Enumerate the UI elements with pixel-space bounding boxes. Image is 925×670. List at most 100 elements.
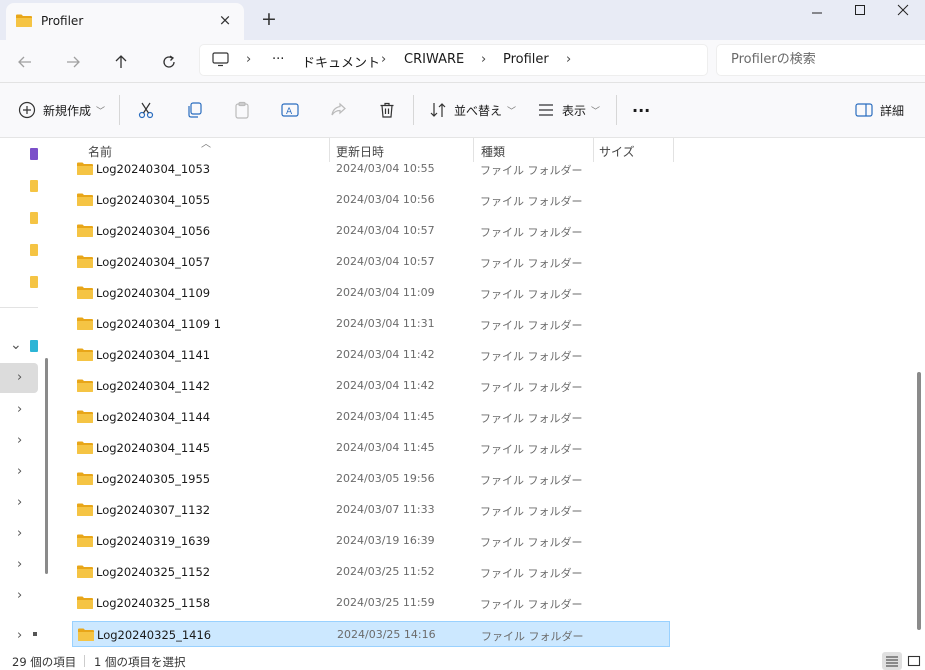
chevron-down-icon: ﹀ — [591, 106, 601, 117]
folder-icon — [76, 595, 94, 613]
file-date: 2024/03/19 16:39 — [336, 534, 435, 547]
details-view-button[interactable] — [882, 652, 902, 670]
chevron-right-icon[interactable]: › — [17, 402, 22, 417]
table-row[interactable]: Log20240325_1152 2024/03/25 11:52 ファイル フォル… — [72, 559, 670, 585]
minimize-button[interactable] — [794, 0, 840, 28]
breadcrumb-more[interactable]: ··· — [272, 52, 284, 67]
file-date: 2024/03/25 11:52 — [336, 565, 435, 578]
divider — [119, 95, 120, 125]
chevron-right-icon[interactable]: › — [17, 588, 22, 603]
status-bar: 29 個の項目 1 個の項目を選択 — [0, 650, 925, 670]
table-row[interactable]: Log20240325_1158 2024/03/25 11:59 ファイル フォル… — [72, 590, 670, 616]
table-row[interactable]: Log20240307_1132 2024/03/07 11:33 ファイル フォル… — [72, 497, 670, 523]
details-label: 詳細 — [880, 103, 905, 118]
svg-text:A: A — [286, 107, 293, 117]
rename-button[interactable]: A — [281, 96, 300, 124]
search-box[interactable] — [716, 44, 925, 76]
column-divider[interactable] — [673, 138, 674, 162]
chevron-right-icon[interactable]: › — [17, 464, 22, 479]
table-row[interactable]: Log20240304_1144 2024/03/04 11:45 ファイル フォル… — [72, 404, 670, 430]
chevron-right-icon[interactable]: › — [17, 628, 22, 643]
forward-button[interactable] — [59, 48, 87, 76]
refresh-button[interactable] — [155, 48, 183, 76]
file-type: ファイル フォルダー — [480, 412, 583, 425]
breadcrumb-profiler[interactable]: Profiler — [503, 52, 549, 67]
table-row[interactable]: Log20240304_1142 2024/03/04 11:42 ファイル フォル… — [72, 373, 670, 399]
share-button[interactable] — [329, 96, 347, 124]
file-date: 2024/03/05 19:56 — [336, 472, 435, 485]
folder-icon — [76, 285, 94, 303]
chevron-down-icon[interactable]: ⌄ — [10, 337, 22, 353]
more-options-button[interactable]: ··· — [632, 96, 650, 124]
nav-drive-icon[interactable] — [30, 340, 38, 352]
file-type: ファイル フォルダー — [480, 443, 583, 456]
table-row[interactable]: Log20240304_1053 2024/03/04 10:55 ファイル フォル… — [72, 156, 670, 182]
nav-folder-icon[interactable] — [30, 244, 38, 256]
table-row[interactable]: Log20240304_1141 2024/03/04 11:42 ファイル フォル… — [72, 342, 670, 368]
breadcrumb[interactable]: › ··· ドキュメント › CRIWARE › Profiler › — [199, 44, 708, 76]
tab-profiler[interactable]: Profiler × — [6, 3, 244, 40]
arrow-right-icon — [67, 56, 80, 68]
chevron-right-icon[interactable]: › — [17, 526, 22, 541]
file-date: 2024/03/25 14:16 — [337, 628, 436, 641]
file-date: 2024/03/04 11:42 — [336, 379, 435, 392]
chevron-right-icon[interactable]: › — [17, 370, 22, 385]
table-row[interactable]: Log20240304_1145 2024/03/04 11:45 ファイル フォル… — [72, 435, 670, 461]
breadcrumb-documents[interactable]: ドキュメント — [302, 52, 380, 71]
nav-folder-icon[interactable] — [30, 212, 38, 224]
sort-ascending-icon: ︿ — [201, 139, 211, 150]
tab-title: Profiler — [41, 14, 84, 28]
table-row[interactable]: Log20240325_1416 2024/03/25 14:16 ファイル フォル… — [72, 621, 670, 647]
view-button[interactable]: 表示 ﹀ — [537, 96, 600, 124]
file-type: ファイル フォルダー — [480, 257, 583, 270]
new-tab-button[interactable]: + — [258, 8, 280, 30]
table-row[interactable]: Log20240304_1055 2024/03/04 10:56 ファイル フォル… — [72, 187, 670, 213]
chevron-right-icon[interactable]: › — [17, 557, 22, 572]
file-date: 2024/03/04 11:31 — [336, 317, 435, 330]
nav-folder-icon[interactable] — [30, 180, 38, 192]
close-button[interactable] — [880, 0, 925, 28]
scissors-icon — [138, 102, 154, 119]
file-name: Log20240304_1145 — [96, 441, 211, 455]
file-type: ファイル フォルダー — [480, 505, 583, 518]
file-list-scrollbar[interactable] — [917, 372, 921, 630]
table-row[interactable]: Log20240304_1109 1 2024/03/04 11:31 ファイル フ… — [72, 311, 670, 337]
table-row[interactable]: Log20240305_1955 2024/03/05 19:56 ファイル フォル… — [72, 466, 670, 492]
file-name: Log20240305_1955 — [96, 472, 211, 486]
cut-button[interactable] — [137, 96, 155, 124]
breadcrumb-criware[interactable]: CRIWARE — [404, 52, 464, 67]
file-name: Log20240304_1057 — [96, 255, 211, 269]
chevron-right-icon[interactable]: › — [17, 495, 22, 510]
table-row[interactable]: Log20240304_1056 2024/03/04 10:57 ファイル フォル… — [72, 218, 670, 244]
share-icon — [331, 102, 346, 116]
new-button[interactable]: 新規作成 ﹀ — [18, 96, 105, 124]
table-row[interactable]: Log20240304_1109 2024/03/04 11:09 ファイル フォル… — [72, 280, 670, 306]
tab-close-button[interactable]: × — [216, 11, 234, 29]
file-name: Log20240304_1109 — [96, 286, 211, 300]
delete-button[interactable] — [378, 96, 396, 124]
tiles-view-button[interactable] — [904, 652, 924, 670]
paste-button[interactable] — [233, 96, 251, 124]
table-row[interactable]: Log20240304_1057 2024/03/04 10:57 ファイル フォル… — [72, 249, 670, 275]
file-type: ファイル フォルダー — [480, 567, 583, 580]
sort-button[interactable]: 並べ替え ﹀ — [429, 96, 516, 124]
refresh-icon — [163, 55, 175, 68]
nav-scrollbar[interactable] — [45, 358, 48, 574]
monitor-icon — [212, 52, 229, 71]
folder-icon — [76, 161, 94, 179]
details-pane-button[interactable]: 詳細 — [855, 96, 904, 124]
maximize-button[interactable] — [837, 0, 883, 28]
copy-button[interactable] — [186, 96, 204, 124]
file-date: 2024/03/04 11:09 — [336, 286, 435, 299]
back-button[interactable] — [11, 48, 39, 76]
nav-folder-icon[interactable] — [30, 276, 38, 288]
nav-item-icon[interactable] — [30, 148, 38, 160]
search-input[interactable] — [731, 52, 921, 67]
folder-icon — [77, 627, 95, 645]
file-name: Log20240304_1055 — [96, 193, 211, 207]
table-row[interactable]: Log20240319_1639 2024/03/19 16:39 ファイル フォル… — [72, 528, 670, 554]
view-label: 表示 — [562, 103, 587, 118]
chevron-down-icon: ﹀ — [96, 106, 106, 117]
chevron-right-icon[interactable]: › — [17, 433, 22, 448]
up-button[interactable] — [107, 48, 135, 76]
